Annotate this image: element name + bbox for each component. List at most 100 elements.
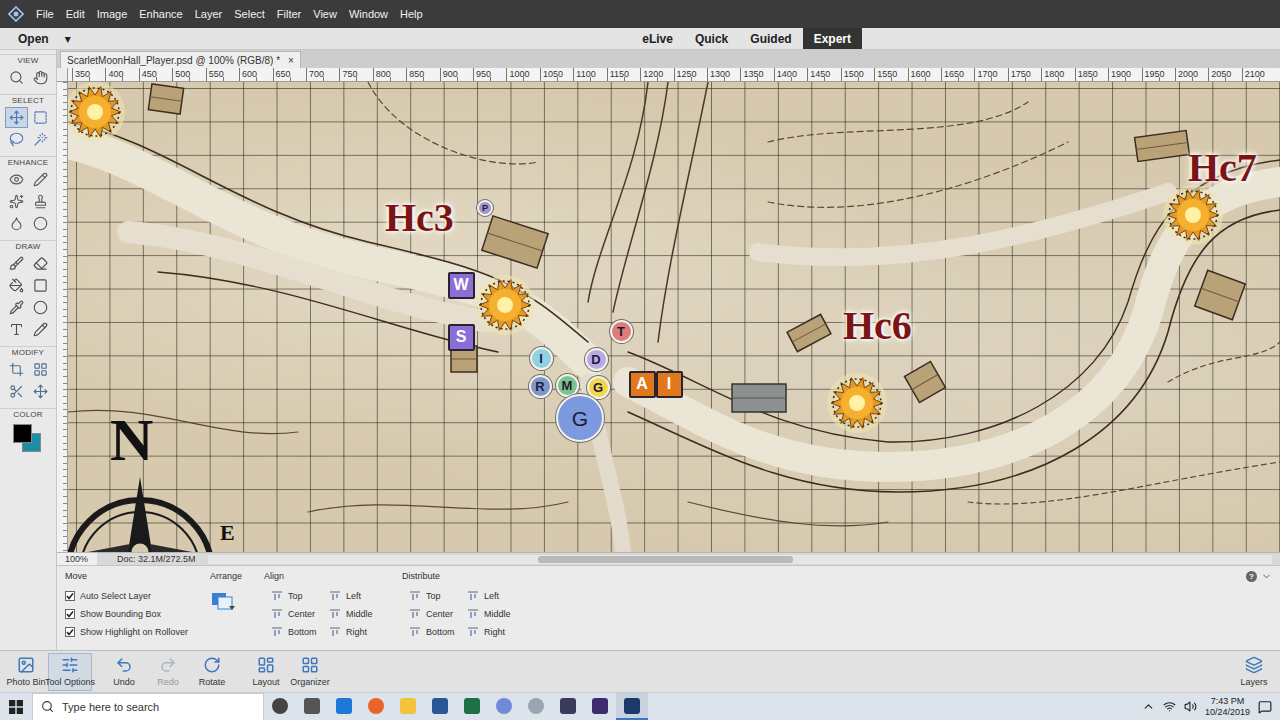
map-token[interactable]: S xyxy=(448,324,475,351)
taskbar-app[interactable] xyxy=(328,693,360,720)
checkbox-row[interactable]: Show Highlight on Rollover xyxy=(65,627,188,637)
map-token[interactable]: G xyxy=(587,376,610,399)
color-well[interactable] xyxy=(10,423,46,453)
volume-icon[interactable] xyxy=(1184,700,1197,713)
tool-button[interactable] xyxy=(5,253,28,274)
map-token[interactable]: D xyxy=(585,348,608,371)
menu-item[interactable]: Layer xyxy=(195,6,223,22)
distribute-button[interactable]: Middle xyxy=(468,609,518,619)
taskbar-app[interactable] xyxy=(520,693,552,720)
tool-button[interactable] xyxy=(29,297,52,318)
notification-icon[interactable] xyxy=(1258,700,1272,714)
scroll-thumb[interactable] xyxy=(538,556,793,563)
tool-button[interactable] xyxy=(5,275,28,296)
layers-button[interactable]: Layers xyxy=(1232,653,1276,691)
mode-tab[interactable]: Quick xyxy=(684,28,739,49)
menu-item[interactable]: Select xyxy=(234,6,265,22)
tool-button[interactable] xyxy=(29,129,52,150)
menu-item[interactable]: Window xyxy=(349,6,388,22)
mode-tab[interactable]: eLive xyxy=(631,28,684,49)
close-button[interactable]: × xyxy=(288,55,294,66)
menu-item[interactable]: File xyxy=(36,6,54,22)
mode-tab[interactable]: Guided xyxy=(739,28,802,49)
wifi-icon[interactable] xyxy=(1163,700,1176,713)
menu-item[interactable]: Help xyxy=(400,6,423,22)
taskbar-app[interactable] xyxy=(424,693,456,720)
tool-button[interactable] xyxy=(29,253,52,274)
open-button[interactable]: Open▾ xyxy=(0,28,71,49)
tool-button[interactable] xyxy=(5,191,28,212)
tool-button[interactable] xyxy=(29,191,52,212)
align-button[interactable]: Center xyxy=(272,609,330,619)
tool-button[interactable] xyxy=(5,381,28,402)
bottom-bar-button[interactable]: Layout xyxy=(244,653,288,691)
help-button[interactable]: ? xyxy=(1246,571,1257,582)
align-button[interactable]: Top xyxy=(272,591,330,601)
menu-item[interactable]: View xyxy=(313,6,337,22)
taskbar-app[interactable] xyxy=(584,693,616,720)
tool-button[interactable] xyxy=(29,67,52,88)
checkbox[interactable] xyxy=(65,591,75,601)
map-token[interactable]: R xyxy=(529,375,552,398)
search-box[interactable]: Type here to search xyxy=(32,693,264,720)
distribute-button[interactable]: Right xyxy=(468,627,518,637)
align-button[interactable]: Bottom xyxy=(272,627,330,637)
map-token[interactable]: M xyxy=(556,374,579,397)
tool-button[interactable] xyxy=(5,169,28,190)
distribute-button[interactable]: Bottom xyxy=(410,627,468,637)
map-token[interactable]: T xyxy=(610,320,633,343)
align-button[interactable]: Middle xyxy=(330,609,380,619)
taskbar-app[interactable] xyxy=(296,693,328,720)
tool-button[interactable] xyxy=(29,381,52,402)
checkbox[interactable] xyxy=(65,627,75,637)
bottom-bar-button[interactable]: Tool Options xyxy=(48,653,92,691)
taskbar-app[interactable] xyxy=(264,693,296,720)
tool-button[interactable] xyxy=(5,319,28,340)
bottom-bar-button[interactable]: Organizer xyxy=(288,653,332,691)
map-token[interactable]: I xyxy=(530,347,553,370)
document-tab[interactable]: ScarletMoonHall_Player.psd @ 100% (RGB/8… xyxy=(60,51,301,68)
align-button[interactable]: Right xyxy=(330,627,380,637)
clock[interactable]: 7:43 PM10/24/2019 xyxy=(1205,696,1250,718)
arrange-icon[interactable] xyxy=(210,591,236,611)
bottom-bar-button[interactable]: Redo xyxy=(146,653,190,691)
horizontal-scrollbar[interactable] xyxy=(208,555,1272,564)
taskbar-app[interactable] xyxy=(456,693,488,720)
bottom-bar-button[interactable]: Undo xyxy=(102,653,146,691)
map-token[interactable]: I xyxy=(656,371,683,398)
tool-button[interactable] xyxy=(29,359,52,380)
taskbar-app[interactable] xyxy=(488,693,520,720)
map-token[interactable]: G xyxy=(556,394,604,442)
map-token[interactable]: P xyxy=(477,200,493,216)
tool-button[interactable] xyxy=(5,297,28,318)
panel-menu-icon[interactable] xyxy=(1261,571,1272,582)
distribute-button[interactable]: Left xyxy=(468,591,518,601)
tool-button[interactable] xyxy=(5,107,28,128)
tool-button[interactable] xyxy=(29,319,52,340)
tool-button[interactable] xyxy=(29,169,52,190)
tool-button[interactable] xyxy=(5,129,28,150)
menu-item[interactable]: Filter xyxy=(277,6,301,22)
checkbox-row[interactable]: Show Bounding Box xyxy=(65,609,188,619)
taskbar-app[interactable] xyxy=(392,693,424,720)
start-button[interactable] xyxy=(0,693,32,720)
distribute-button[interactable]: Top xyxy=(410,591,468,601)
distribute-button[interactable]: Center xyxy=(410,609,468,619)
tool-button[interactable] xyxy=(29,213,52,234)
taskbar-app[interactable] xyxy=(552,693,584,720)
map-token[interactable]: A xyxy=(629,371,656,398)
tool-button[interactable] xyxy=(5,359,28,380)
taskbar-app[interactable] xyxy=(616,693,648,720)
map-token[interactable]: W xyxy=(448,272,475,299)
zoom-field[interactable]: 100% xyxy=(57,553,97,565)
map-canvas[interactable]: Hc3Hc6Hc7NEPWSIDTRMGAIG xyxy=(68,82,1280,552)
bottom-bar-button[interactable]: Rotate xyxy=(190,653,234,691)
tool-button[interactable] xyxy=(29,275,52,296)
menu-item[interactable]: Edit xyxy=(66,6,85,22)
tool-button[interactable] xyxy=(5,213,28,234)
checkbox[interactable] xyxy=(65,609,75,619)
taskbar-app[interactable] xyxy=(360,693,392,720)
chevron-up-icon[interactable] xyxy=(1142,700,1155,713)
align-button[interactable]: Left xyxy=(330,591,380,601)
foreground-swatch[interactable] xyxy=(13,424,32,443)
